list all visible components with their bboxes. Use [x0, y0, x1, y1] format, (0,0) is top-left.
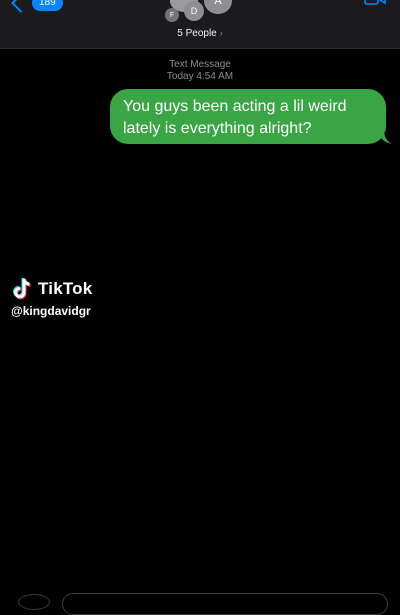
timestamp-time: 4:54 AM: [196, 71, 234, 82]
group-label: 5 People: [177, 28, 217, 39]
back-button[interactable]: 189: [11, 0, 63, 13]
tiktok-handle: @kingdavidgr: [11, 304, 91, 318]
avatar: A: [204, 0, 232, 14]
outgoing-message-bubble[interactable]: You guys been acting a lil weird lately …: [110, 89, 386, 144]
service-label: Text Message: [169, 59, 231, 70]
group-details-button[interactable]: 5 People ›: [0, 28, 400, 39]
tiktok-note-icon: [13, 277, 31, 300]
bubble-tail: [378, 130, 392, 144]
tiktok-brand: TikTok: [38, 279, 93, 298]
message-timestamp: Text Message Today 4:54 AM: [0, 59, 400, 83]
timestamp: Today 4:54 AM: [0, 71, 400, 83]
chevron-right-icon: ›: [219, 28, 223, 38]
avatar: F: [165, 8, 179, 22]
unread-count-badge: 189: [32, 0, 63, 11]
group-avatars[interactable]: F D A: [164, 0, 238, 26]
message-input[interactable]: [62, 593, 388, 615]
camera-button[interactable]: [18, 594, 50, 610]
timestamp-day: Today: [166, 71, 194, 82]
video-call-icon[interactable]: [364, 0, 386, 6]
conversation-header: 189 F D A 5 People ›: [0, 0, 400, 49]
avatar: D: [184, 1, 204, 21]
message-text: You guys been acting a lil weird lately …: [123, 98, 347, 137]
chevron-left-icon: [11, 0, 31, 13]
tiktok-watermark: TikTok: [12, 277, 92, 301]
